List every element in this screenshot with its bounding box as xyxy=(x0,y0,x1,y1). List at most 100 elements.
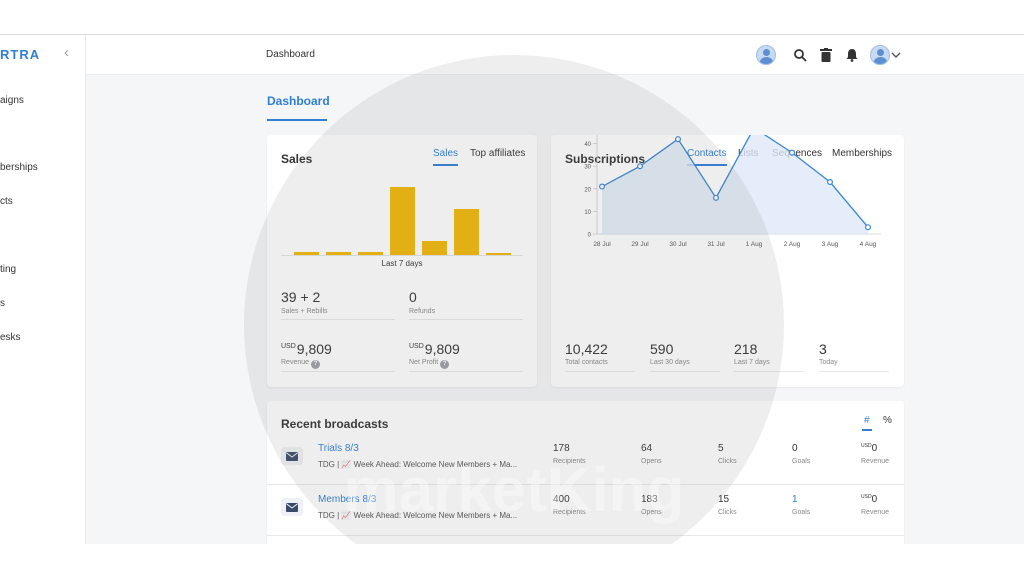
opens-label: Opens xyxy=(641,509,662,516)
data-point xyxy=(674,136,681,143)
last-30-days-label: Last 30 days xyxy=(650,359,690,366)
recipients-label: Recipients xyxy=(553,458,586,465)
data-point xyxy=(636,163,643,170)
data-point xyxy=(789,149,796,156)
y-tick-label: 40 xyxy=(584,142,591,148)
opens-value: 64 xyxy=(641,443,653,454)
last-30-days-value: 590 xyxy=(650,341,674,357)
broadcast-name[interactable]: Trials 8/3 xyxy=(318,443,359,454)
sidebar-item-products[interactable]: cts xyxy=(0,196,13,207)
sales-bar[interactable] xyxy=(486,253,511,255)
last-7-days-label: Last 7 days xyxy=(734,359,770,366)
broadcast-row[interactable]: Members 8/3 TDG | 📈 Week Ahead: Welcome … xyxy=(267,488,904,536)
subscriptions-card: Subscriptions Contacts Lists Sequences M… xyxy=(551,135,904,387)
sales-bar[interactable] xyxy=(294,252,319,255)
recent-broadcasts-card: Recent broadcasts # % Trials 8/3 TDG | 📈… xyxy=(267,401,904,544)
broadcast-row[interactable]: Trials 8/3 TDG | 📈 Week Ahead: Welcome N… xyxy=(267,437,904,485)
x-tick-label: 28 Jul xyxy=(593,241,611,248)
app-logo: RTRA xyxy=(0,47,41,62)
revenue-value: USD0 xyxy=(861,443,878,454)
goals-label: Goals xyxy=(792,509,811,516)
data-point xyxy=(827,179,834,186)
x-tick-label: 4 Aug xyxy=(860,241,877,248)
net-profit-value: USD9,809 xyxy=(409,341,460,357)
data-point xyxy=(713,194,720,201)
divider xyxy=(819,371,889,372)
divider xyxy=(281,371,395,372)
subscriptions-area xyxy=(602,135,868,234)
refunds-label: Refunds xyxy=(409,308,436,315)
clicks-value: 5 xyxy=(718,443,724,454)
bell-icon[interactable] xyxy=(842,45,862,65)
x-tick-label: 2 Aug xyxy=(784,241,801,248)
trash-icon[interactable] xyxy=(816,45,836,65)
y-tick-label: 10 xyxy=(584,210,591,216)
refunds-value: 0 xyxy=(409,289,417,305)
top-bar: Dashboard xyxy=(86,35,1024,75)
data-point xyxy=(865,224,872,231)
opens-value: 183 xyxy=(641,494,658,505)
x-tick-label: 1 Aug xyxy=(746,241,763,248)
divider xyxy=(409,371,523,372)
help-icon[interactable]: ? xyxy=(440,360,450,369)
divider xyxy=(267,484,904,485)
search-icon[interactable] xyxy=(790,45,810,65)
x-tick-label: 29 Jul xyxy=(631,241,649,248)
divider xyxy=(734,371,804,372)
user-avatar-icon[interactable] xyxy=(870,45,890,65)
toggle-count[interactable]: # xyxy=(864,415,870,426)
divider xyxy=(267,535,904,536)
toggle-percent[interactable]: % xyxy=(883,415,892,426)
breadcrumb[interactable]: Dashboard xyxy=(266,49,315,60)
recipients-value: 400 xyxy=(553,494,570,505)
sales-count-value: 39 + 2 xyxy=(281,289,321,305)
x-tick-label: 30 Jul xyxy=(669,241,687,248)
goals-label: Goals xyxy=(792,458,811,465)
clicks-label: Clicks xyxy=(718,458,737,465)
subscriptions-line-chart: 0102030405028 Jul29 Jul30 Jul31 Jul1 Aug… xyxy=(584,135,881,248)
sales-count-label: Sales + Rebills xyxy=(281,308,328,315)
sales-bar[interactable] xyxy=(326,252,351,255)
chevron-down-icon[interactable] xyxy=(890,45,902,65)
page-title[interactable]: Dashboard xyxy=(267,94,330,108)
sidebar-item-helpdesks[interactable]: esks xyxy=(0,332,21,343)
total-contacts-label: Total contacts xyxy=(565,359,608,366)
sidebar-item-memberships[interactable]: berships xyxy=(0,162,38,173)
goals-value[interactable]: 1 xyxy=(792,494,798,505)
sales-bar-chart xyxy=(267,135,537,257)
broadcast-name[interactable]: Members 8/3 xyxy=(318,494,376,505)
total-contacts-value: 10,422 xyxy=(565,341,608,357)
help-icon[interactable]: ? xyxy=(311,360,321,369)
sidebar-item-s[interactable]: s xyxy=(0,298,5,309)
sales-baseline xyxy=(281,255,523,256)
broadcast-subject: TDG | 📈 Week Ahead: Welcome New Members … xyxy=(318,460,518,469)
goals-value: 0 xyxy=(792,443,798,454)
account-avatar-icon[interactable] xyxy=(756,45,776,65)
app-frame: RTRA ‹ aigns berships cts ting s esks Da… xyxy=(0,34,1024,544)
recent-broadcasts-title: Recent broadcasts xyxy=(281,417,389,431)
today-label: Today xyxy=(819,359,838,366)
sales-period-label: Last 7 days xyxy=(381,259,423,268)
sidebar-item-campaigns[interactable]: aigns xyxy=(0,95,24,106)
sales-bar[interactable] xyxy=(390,187,415,255)
broadcast-subject: TDG | 📈 Week Ahead: Welcome New Members … xyxy=(318,511,518,520)
toggle-count-underline xyxy=(862,429,872,431)
x-tick-label: 3 Aug xyxy=(822,241,839,248)
sales-bar[interactable] xyxy=(454,209,479,255)
collapse-sidebar-icon[interactable]: ‹ xyxy=(64,44,69,61)
divider xyxy=(409,319,523,320)
revenue-label: Revenue xyxy=(861,509,890,516)
data-point xyxy=(598,183,605,190)
net-profit-label: Net Profit? xyxy=(409,359,450,369)
recipients-label: Recipients xyxy=(553,509,586,516)
envelope-icon xyxy=(281,447,303,465)
y-tick-label: 20 xyxy=(584,187,591,193)
sidebar-item-marketing[interactable]: ting xyxy=(0,264,16,275)
sales-bar[interactable] xyxy=(358,252,383,255)
last-7-days-value: 218 xyxy=(734,341,758,357)
sales-bar[interactable] xyxy=(422,241,447,255)
page-title-underline xyxy=(267,119,327,121)
revenue-value: USD9,809 xyxy=(281,341,332,357)
revenue-label: Revenue xyxy=(861,458,890,465)
clicks-label: Clicks xyxy=(718,509,737,516)
